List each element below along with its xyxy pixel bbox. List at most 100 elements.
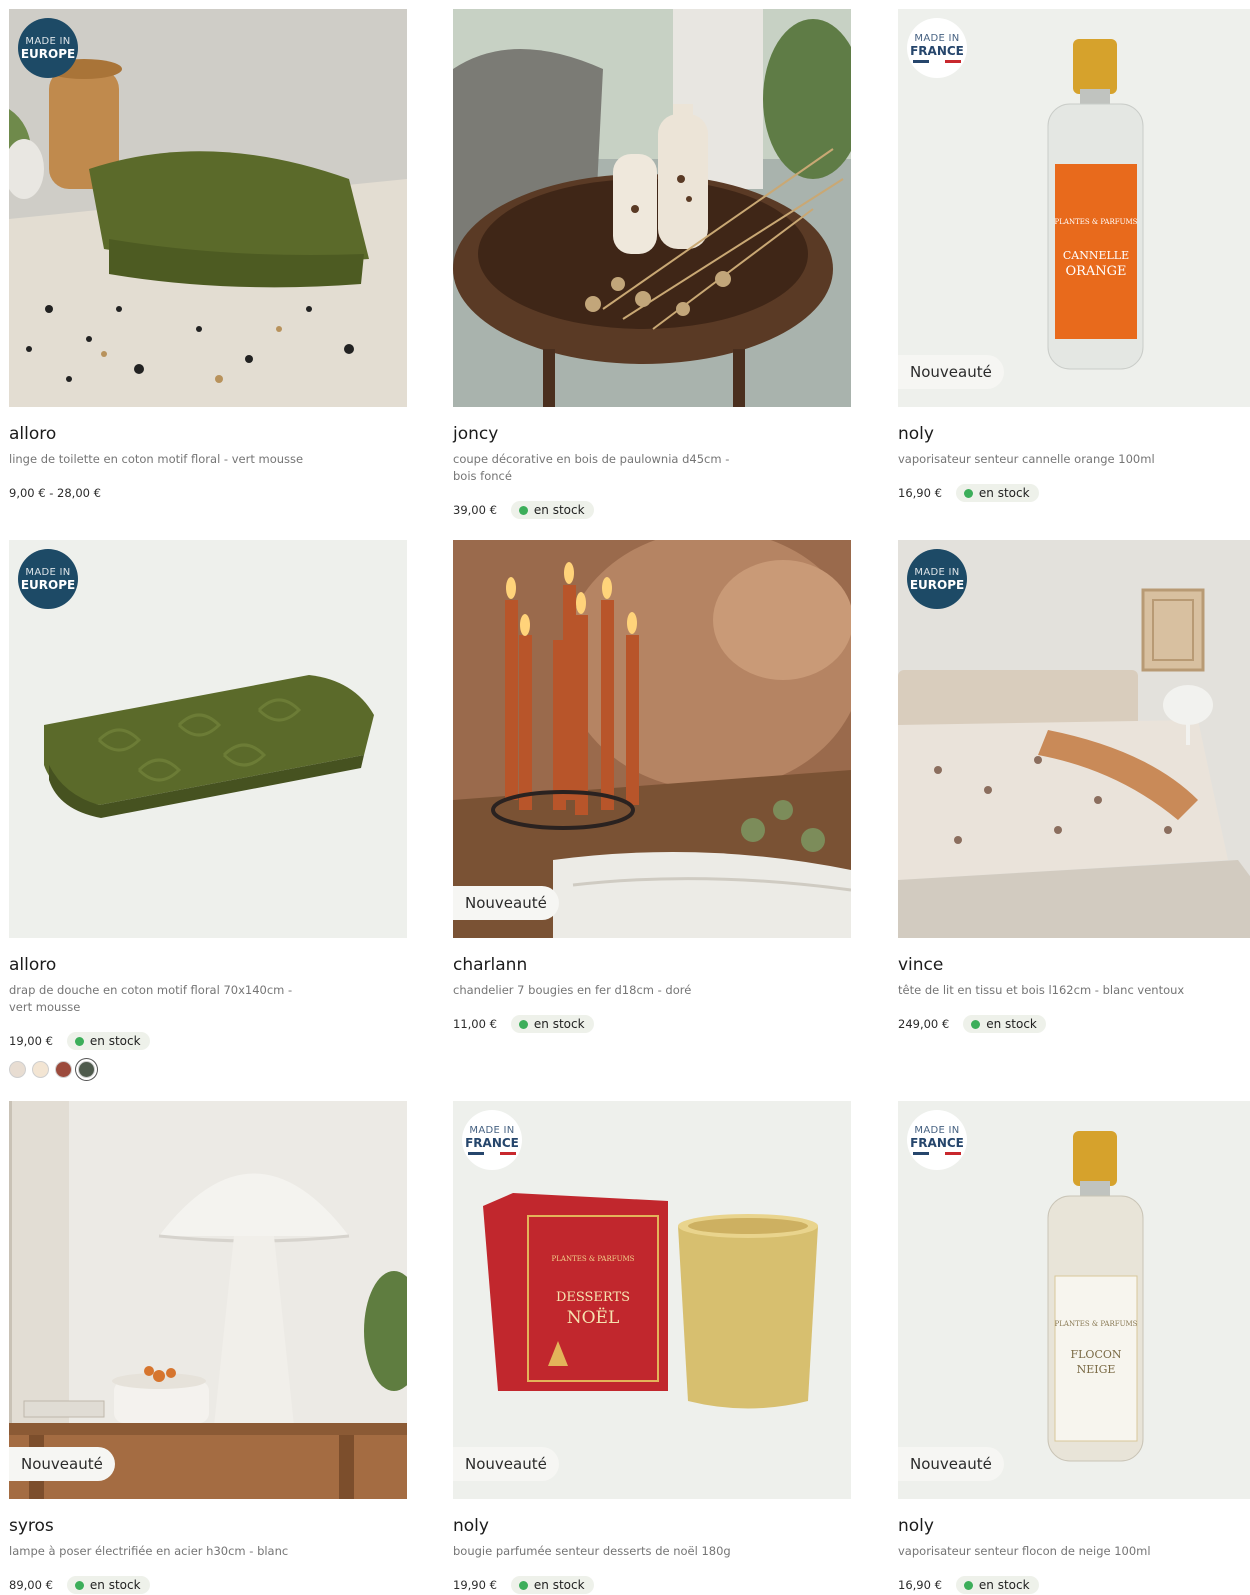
candle-holder-photo xyxy=(453,540,851,938)
product-price: 11,00 € xyxy=(453,1017,497,1031)
in-stock-dot-icon xyxy=(74,1580,84,1590)
product-price: 19,90 € xyxy=(453,1578,497,1592)
french-flag-icon xyxy=(913,59,961,63)
in-stock-dot-icon xyxy=(518,1019,528,1029)
in-stock-dot-icon xyxy=(963,1580,973,1590)
french-flag-icon xyxy=(913,1151,961,1155)
product-card[interactable]: PLANTES & PARFUMS CANNELLE ORANGE MADE I… xyxy=(898,9,1250,503)
product-card[interactable]: joncy coupe décorative en bois de paulow… xyxy=(453,9,851,520)
price-row: 16,90 € en stock xyxy=(898,1575,1250,1595)
product-card[interactable]: PLANTES & PARFUMS FLOCON NEIGE MADE IN F… xyxy=(898,1101,1250,1595)
product-description: lampe à poser électrifiée en acier h30cm… xyxy=(9,1544,289,1558)
stock-badge: en stock xyxy=(955,1576,1039,1594)
product-card[interactable]: Nouveauté charlann chandelier 7 bougies … xyxy=(453,540,851,1034)
product-price: 16,90 € xyxy=(898,1578,942,1592)
box-line2-label: NOËL xyxy=(567,1307,620,1328)
product-description: vaporisateur senteur flocon de neige 100… xyxy=(898,1544,1151,1558)
product-image[interactable]: PLANTES & PARFUMS DESSERTS NOËL MADE IN … xyxy=(453,1101,851,1499)
color-swatch-terracotta[interactable] xyxy=(55,1061,72,1078)
product-card[interactable]: MADE IN EUROPE alloro drap de douche en … xyxy=(9,540,407,1078)
in-stock-dot-icon xyxy=(971,1019,981,1029)
price-row: 11,00 € en stock xyxy=(453,1014,851,1034)
new-tag: Nouveauté xyxy=(898,355,1004,389)
product-image[interactable]: Nouveauté xyxy=(453,540,851,938)
stock-badge: en stock xyxy=(510,501,594,519)
wooden-bowl-photo xyxy=(453,9,851,407)
stock-badge: en stock xyxy=(66,1576,150,1594)
product-grid: MADE IN EUROPE alloro linge de toilette … xyxy=(0,0,1250,1595)
product-price: 39,00 € xyxy=(453,503,497,517)
product-title[interactable]: alloro xyxy=(9,955,407,977)
made-in-france-badge: MADE IN FRANCE xyxy=(907,1110,967,1170)
product-title[interactable]: charlann xyxy=(453,955,851,977)
product-card[interactable]: MADE IN EUROPE alloro linge de toilette … xyxy=(9,9,407,503)
stock-badge: en stock xyxy=(955,484,1039,502)
new-tag: Nouveauté xyxy=(453,886,559,920)
bottle-line2-label: ORANGE xyxy=(1065,264,1126,279)
product-description: chandelier 7 bougies en fer d18cm - doré xyxy=(453,983,692,997)
in-stock-dot-icon xyxy=(74,1036,84,1046)
product-image[interactable]: PLANTES & PARFUMS CANNELLE ORANGE MADE I… xyxy=(898,9,1250,407)
product-title[interactable]: noly xyxy=(898,1516,1250,1538)
stock-badge: en stock xyxy=(510,1576,594,1594)
stock-badge: en stock xyxy=(66,1032,150,1050)
price-row: 16,90 € en stock xyxy=(898,483,1250,503)
stock-badge: en stock xyxy=(510,1015,594,1033)
in-stock-dot-icon xyxy=(518,1580,528,1590)
product-price: 249,00 € xyxy=(898,1017,950,1031)
price-row: 249,00 € en stock xyxy=(898,1014,1250,1034)
product-image[interactable]: MADE IN EUROPE xyxy=(9,9,407,407)
price-row: 19,00 € en stock xyxy=(9,1031,407,1051)
bottle-line2-label: NEIGE xyxy=(1077,1363,1116,1376)
color-swatch-dark-green[interactable] xyxy=(78,1061,95,1078)
new-tag: Nouveauté xyxy=(453,1447,559,1481)
bottle-brand-label: PLANTES & PARFUMS xyxy=(1055,1320,1138,1328)
made-in-france-badge: MADE IN FRANCE xyxy=(462,1110,522,1170)
product-price: 16,90 € xyxy=(898,486,942,500)
product-price: 9,00 € - 28,00 € xyxy=(9,486,101,500)
product-title[interactable]: syros xyxy=(9,1516,407,1538)
product-title[interactable]: noly xyxy=(453,1516,851,1538)
box-line1-label: DESSERTS xyxy=(556,1290,630,1305)
product-image[interactable]: MADE IN EUROPE xyxy=(898,540,1250,938)
mushroom-lamp-photo xyxy=(9,1101,407,1499)
made-in-europe-badge: MADE IN EUROPE xyxy=(907,549,967,609)
color-swatch-beige[interactable] xyxy=(9,1061,26,1078)
made-in-europe-badge: MADE IN EUROPE xyxy=(18,549,78,609)
new-tag: Nouveauté xyxy=(9,1447,115,1481)
stock-badge: en stock xyxy=(963,1015,1046,1033)
product-description: tête de lit en tissu et bois l162cm - bl… xyxy=(898,983,1185,997)
bottle-brand-label: PLANTES & PARFUMS xyxy=(1055,218,1138,226)
price-row: 19,90 € en stock xyxy=(453,1575,851,1595)
product-description: vaporisateur senteur cannelle orange 100… xyxy=(898,452,1155,466)
product-price: 89,00 € xyxy=(9,1578,53,1592)
in-stock-dot-icon xyxy=(963,488,973,498)
product-image[interactable]: MADE IN EUROPE xyxy=(9,540,407,938)
product-description: drap de douche en coton motif floral 70x… xyxy=(9,983,293,1014)
product-image[interactable]: Nouveauté xyxy=(9,1101,407,1499)
product-title[interactable]: vince xyxy=(898,955,1250,977)
product-title[interactable]: noly xyxy=(898,424,1250,446)
french-flag-icon xyxy=(468,1151,516,1155)
new-tag: Nouveauté xyxy=(898,1447,1004,1481)
product-card[interactable]: MADE IN EUROPE vince tête de lit en tiss… xyxy=(898,540,1250,1034)
product-title[interactable]: joncy xyxy=(453,424,851,446)
box-brand-label: PLANTES & PARFUMS xyxy=(552,1255,635,1263)
price-row: 89,00 € en stock xyxy=(9,1575,407,1595)
price-row: 39,00 € en stock xyxy=(453,500,851,520)
bottle-line1-label: CANNELLE xyxy=(1063,249,1129,262)
color-swatch-cream[interactable] xyxy=(32,1061,49,1078)
product-description: bougie parfumée senteur desserts de noël… xyxy=(453,1544,731,1558)
bottle-line1-label: FLOCON xyxy=(1070,1348,1121,1361)
product-image[interactable]: PLANTES & PARFUMS FLOCON NEIGE MADE IN F… xyxy=(898,1101,1250,1499)
made-in-europe-badge: MADE IN EUROPE xyxy=(18,18,78,78)
price-row: 9,00 € - 28,00 € xyxy=(9,483,407,503)
color-swatches xyxy=(9,1061,407,1078)
product-card[interactable]: Nouveauté syros lampe à poser électrifié… xyxy=(9,1101,407,1595)
made-in-france-badge: MADE IN FRANCE xyxy=(907,18,967,78)
product-description: linge de toilette en coton motif floral … xyxy=(9,452,304,466)
product-card[interactable]: PLANTES & PARFUMS DESSERTS NOËL MADE IN … xyxy=(453,1101,851,1595)
product-title[interactable]: alloro xyxy=(9,424,407,446)
product-image[interactable] xyxy=(453,9,851,407)
product-description: coupe décorative en bois de paulownia d4… xyxy=(453,452,730,483)
